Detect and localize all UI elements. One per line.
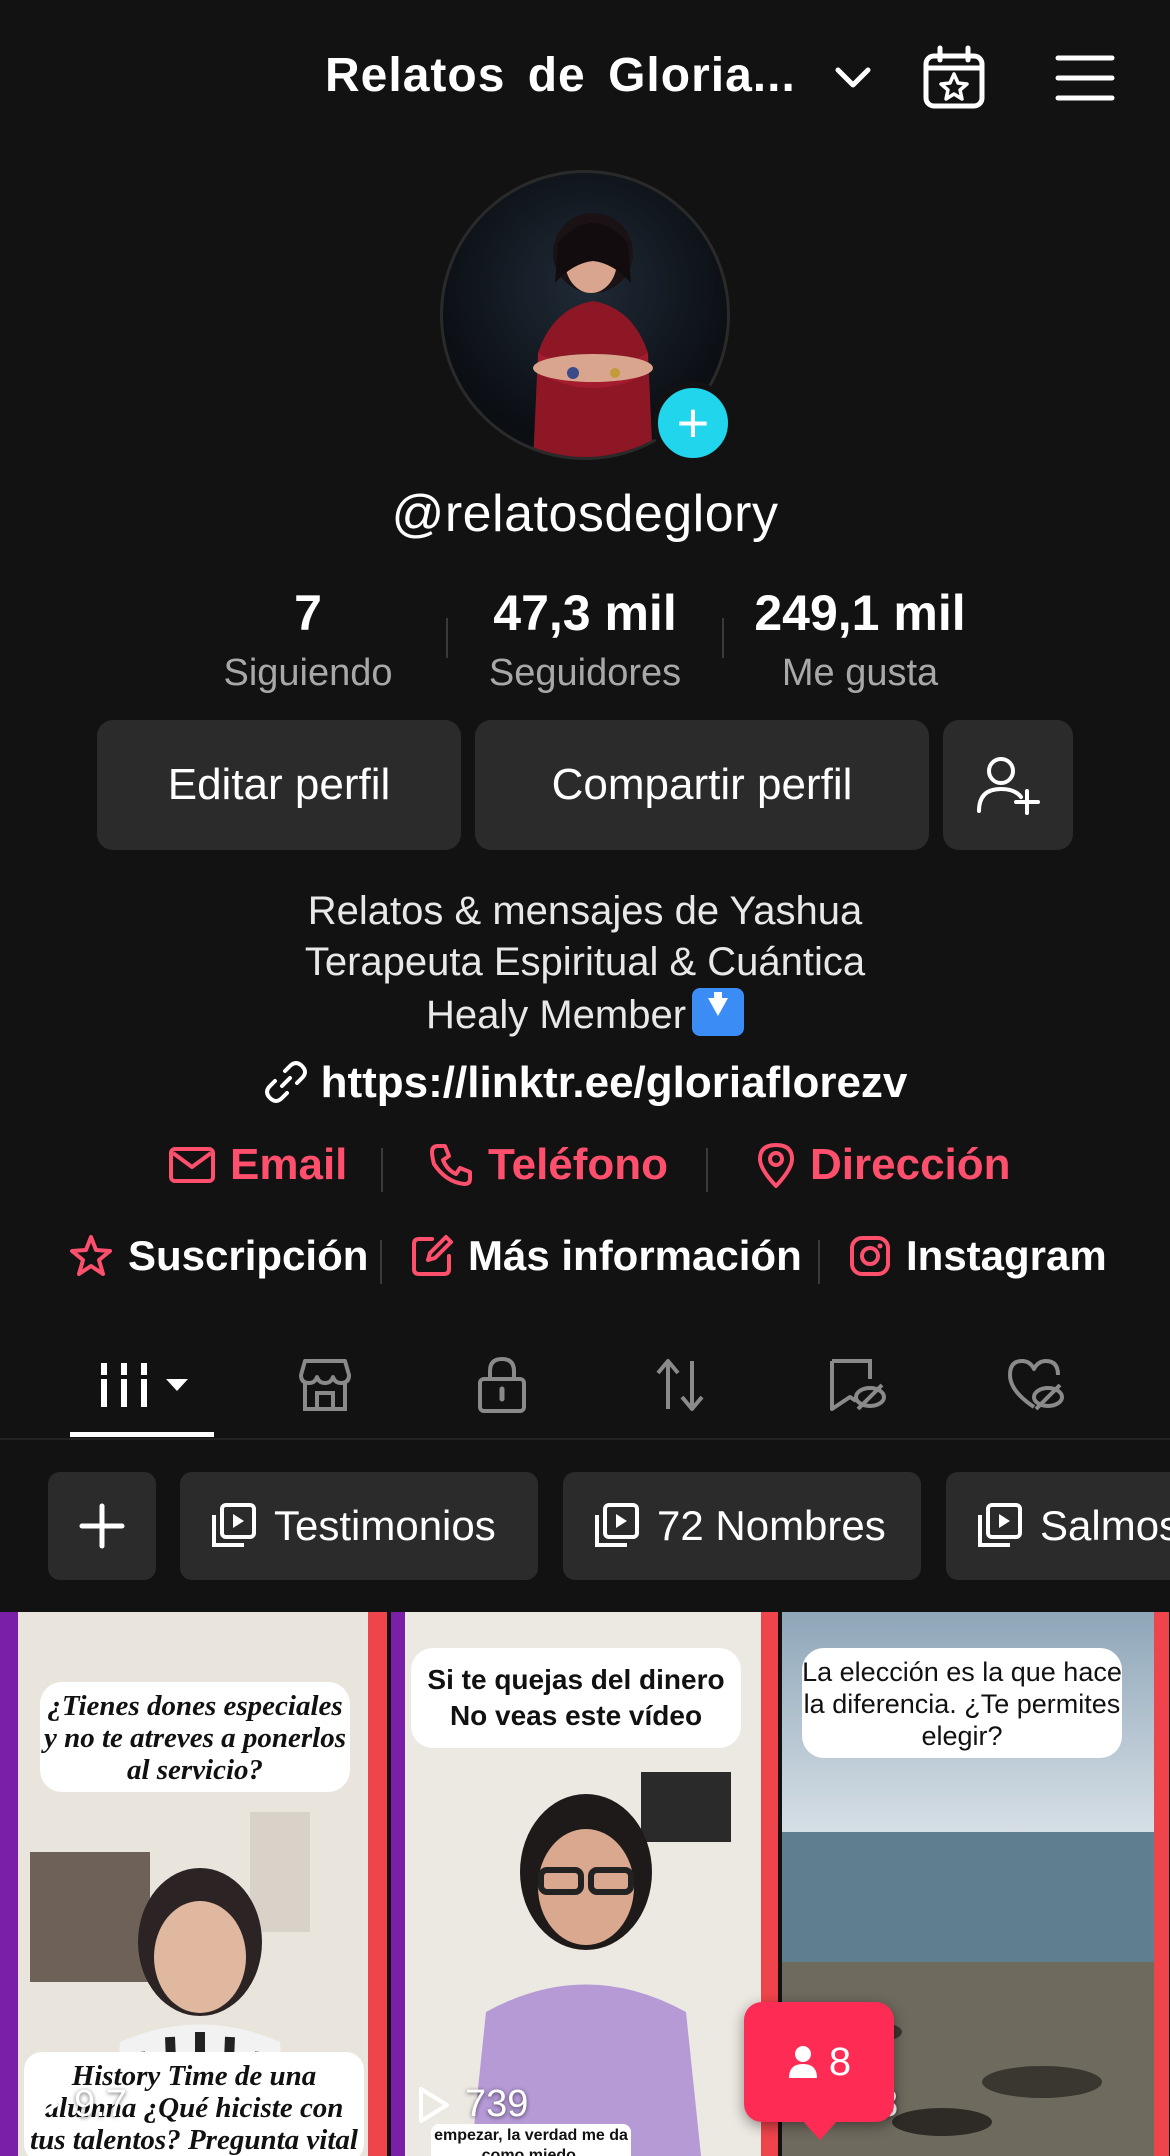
subscription-label: Suscripción [128,1232,369,1279]
tagged-icon [830,1359,886,1411]
playlist-icon [595,1503,639,1547]
person-icon [788,2046,817,2078]
play-icon [419,2086,449,2123]
top-bar: Relatos de Gloria... [0,0,1170,160]
liked-hidden-icon [1008,1359,1064,1411]
shop-icon [299,1359,351,1411]
play-icon [28,2086,58,2123]
phone-button[interactable]: Teléfono [428,1140,668,1190]
bio-line: Terapeuta Espiritual & Cuántica [304,940,866,984]
contact-divider [381,1148,383,1192]
playlist-chips: Testimonios 72 Nombres Salmos [0,1472,1170,1580]
playlist-icon [978,1503,1022,1547]
tab-private[interactable] [467,1350,537,1420]
tab-liked[interactable] [1000,1350,1070,1420]
bio-line-text: Healy Member [425,993,687,1037]
video-caption: La elección es la que hace la diferencia… [802,1648,1122,1758]
stat-following[interactable]: 7 Siguiendo [178,584,438,695]
video-caption: Si te quejas del dinero No veas este víd… [411,1648,741,1748]
email-label: Email [230,1140,348,1189]
lock-icon [478,1356,526,1413]
stat-following-label: Siguiendo [223,652,393,694]
profile-stats: 7 Siguiendo 47,3 mil Seguidores 249,1 mi… [0,584,1170,694]
stat-divider [446,618,448,658]
stat-followers-value: 47,3 mil [493,585,677,641]
profile-bio: Relatos & mensajes de Yashua Terapeuta E… [0,886,1170,1041]
more-info-button[interactable]: Más información [410,1232,802,1280]
profile-tabs [0,1340,1170,1440]
playlist-icon [212,1503,256,1547]
edit-profile-button[interactable]: Editar perfil [97,720,461,850]
profile-link[interactable]: https://linktr.ee/gloriaflorezv [0,1058,1170,1108]
contact-divider [706,1148,708,1192]
add-story-button[interactable]: + [652,382,734,464]
playlist-chip[interactable]: Testimonios [180,1472,538,1580]
view-count-value: 9.7 [74,2083,127,2125]
chevron-down-icon[interactable] [830,58,876,98]
video-thumbnail[interactable]: Si te quejas del dinero No veas este víd… [391,1612,778,2156]
videos-grid-icon [98,1363,188,1407]
view-count-value: 739 [465,2083,529,2125]
share-profile-button[interactable]: Compartir perfil [475,720,929,850]
playlist-chip[interactable]: 72 Nombres [563,1472,921,1580]
stat-followers[interactable]: 47,3 mil Seguidores [455,584,715,695]
stat-likes-value: 249,1 mil [754,585,966,641]
video-thumbnail[interactable]: ¿Tienes dones especiales y no te atreves… [0,1612,387,2156]
subscription-button[interactable]: Suscripción [68,1232,368,1280]
bio-line: Healy Member [0,988,1170,1041]
phone-icon [430,1144,472,1186]
add-playlist-button[interactable] [48,1472,156,1580]
tab-shop[interactable] [290,1350,360,1420]
stat-following-value: 7 [294,585,322,641]
username: @relatosdeglory [391,485,779,543]
tab-videos[interactable] [94,1350,194,1420]
extras-divider [818,1240,820,1284]
playlist-chip-label: Testimonios [274,1502,496,1549]
address-button[interactable]: Dirección [756,1140,1011,1190]
badge-count: 8 [828,2039,852,2084]
video-caption: ¿Tienes dones especiales y no te atreves… [40,1682,350,1792]
edit-note-icon [412,1235,453,1276]
repost-icon [656,1359,704,1411]
video-grid: ¿Tienes dones especiales y no te atreves… [0,1612,1170,2156]
hamburger-menu-icon[interactable] [1054,50,1116,106]
view-count: 739 [417,2083,528,2126]
email-button[interactable]: Email [168,1140,347,1190]
instagram-icon [850,1236,890,1276]
view-count: 9.7 [26,2083,127,2126]
stat-likes[interactable]: 249,1 mil Me gusta [730,584,990,695]
active-tab-indicator [70,1432,214,1437]
location-pin-icon [758,1143,794,1188]
instagram-button[interactable]: Instagram [848,1232,1107,1280]
tab-reposts[interactable] [645,1350,715,1420]
playlist-chip[interactable]: Salmos [946,1472,1170,1580]
calendar-star-icon[interactable] [920,44,988,112]
extras-divider [380,1240,382,1284]
stat-divider [722,618,724,658]
tabs-divider [0,1438,1170,1440]
address-label: Dirección [810,1140,1011,1189]
add-friend-button[interactable] [943,720,1073,850]
bio-line: Relatos & mensajes de Yashua [307,889,863,933]
stat-likes-label: Me gusta [781,652,939,694]
video-bottom-caption: empezar, la verdad me da como miedo. [431,2124,631,2156]
subscription-star-icon [70,1235,112,1276]
instagram-label: Instagram [906,1232,1107,1279]
plus-icon [79,1503,125,1549]
playlist-chip-label: Salmos [1040,1502,1170,1549]
stat-followers-label: Seguidores [488,652,682,694]
link-icon [264,1061,307,1103]
tab-tagged[interactable] [822,1350,892,1420]
more-info-label: Más información [468,1232,802,1279]
add-friend-icon [977,757,1040,815]
playlist-chip-label: 72 Nombres [657,1502,886,1549]
profile-title[interactable]: Relatos de Gloria... [325,48,796,103]
down-arrow-emoji-icon [692,988,745,1036]
phone-label: Teléfono [488,1140,669,1189]
profile-views-badge[interactable]: 8 [744,2002,894,2140]
envelope-icon [169,1147,215,1183]
profile-link-text: https://linktr.ee/gloriaflorezv [320,1058,908,1107]
